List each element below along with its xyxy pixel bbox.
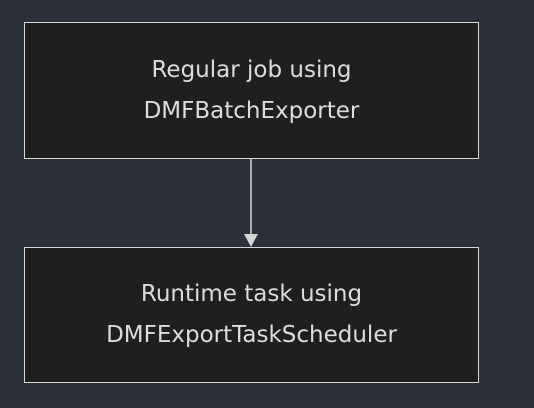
node-regular-job: Regular job using DMFBatchExporter — [24, 22, 479, 159]
flow-diagram: Regular job using DMFBatchExporter Runti… — [0, 0, 534, 408]
edge-arrowhead — [244, 234, 258, 247]
node-runtime-task: Runtime task using DMFExportTaskSchedule… — [24, 247, 479, 383]
node-regular-job-line-2: DMFBatchExporter — [143, 97, 360, 124]
node-runtime-task-line-2: DMFExportTaskScheduler — [106, 322, 397, 348]
node-regular-job-line-1: Regular job using — [151, 56, 352, 83]
node-runtime-task-line-1: Runtime task using — [140, 281, 363, 307]
